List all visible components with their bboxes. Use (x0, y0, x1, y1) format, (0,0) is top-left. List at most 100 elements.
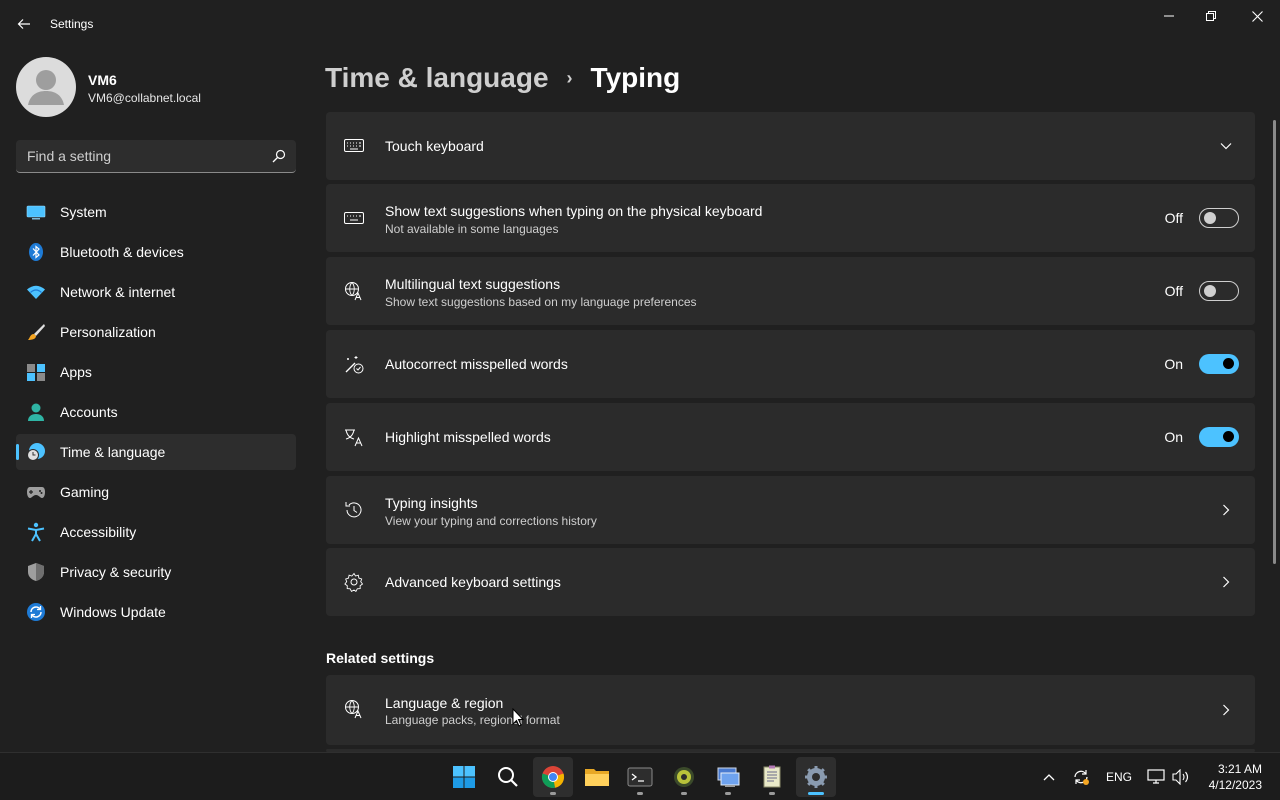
search-input[interactable] (16, 140, 261, 172)
sidebar-item-label: Network & internet (60, 284, 176, 300)
multilingual-toggle[interactable] (1199, 281, 1239, 301)
sidebar-item-label: Windows Update (60, 604, 166, 620)
toggle-state-label: Off (1164, 283, 1183, 299)
close-icon (1251, 10, 1263, 22)
user-name: VM6 (88, 72, 117, 88)
running-indicator (550, 792, 556, 795)
restore-button[interactable] (1188, 0, 1234, 32)
sidebar-item-accessibility[interactable]: Accessibility (16, 514, 296, 550)
close-button[interactable] (1234, 0, 1280, 32)
brush-icon (28, 324, 45, 340)
keyboard-icon (344, 212, 364, 224)
card-title: Highlight misspelled words (385, 429, 551, 445)
chevron-right-icon (1223, 504, 1230, 516)
language-region-card[interactable]: Language & region Language packs, region… (326, 675, 1255, 745)
sidebar-item-label: Bluetooth & devices (60, 244, 184, 260)
taskbar-remote-desktop[interactable] (708, 757, 748, 797)
scrollbar[interactable] (1273, 120, 1276, 564)
taskbar-clock[interactable]: 3:21 AM 4/12/2023 (1209, 761, 1262, 793)
toggle-knob (1204, 285, 1216, 297)
network-icon (27, 285, 45, 299)
chevron-right-icon (1223, 576, 1230, 588)
highlight-icon (345, 429, 363, 447)
related-settings-heading: Related settings (326, 650, 435, 666)
keyboard-icon (344, 139, 364, 152)
language-icon (345, 700, 362, 719)
remote-desktop-icon (717, 767, 740, 787)
sidebar-item-windows-update[interactable]: Windows Update (16, 594, 296, 630)
card-subtitle: Show text suggestions based on my langua… (385, 295, 697, 309)
sidebar-item-label: System (60, 204, 107, 220)
autocorrect-toggle[interactable] (1199, 354, 1239, 374)
back-arrow-icon (17, 19, 30, 29)
chevron-down-icon[interactable] (1219, 139, 1233, 153)
tray-volume-button[interactable] (1170, 753, 1192, 800)
minimize-button[interactable] (1146, 0, 1192, 32)
sidebar-item-label: Privacy & security (60, 564, 172, 580)
taskbar-search-button[interactable] (488, 757, 528, 797)
toggle-knob (1204, 212, 1216, 224)
taskbar-file-explorer[interactable] (577, 757, 617, 797)
sidebar-item-apps[interactable]: Apps (16, 354, 296, 390)
restore-icon (1206, 11, 1216, 21)
accounts-icon (28, 403, 44, 421)
running-indicator (769, 792, 775, 795)
sidebar-item-personalization[interactable]: Personalization (16, 314, 296, 350)
taskbar-app[interactable] (664, 757, 704, 797)
typing-insights-card[interactable]: Typing insights View your typing and cor… (326, 476, 1255, 544)
card-title: Multilingual text suggestions (385, 276, 561, 292)
avatar[interactable] (16, 57, 76, 117)
active-indicator (808, 792, 824, 795)
toggle-state-label: On (1164, 429, 1183, 445)
touch-keyboard-card[interactable]: Touch keyboard (326, 112, 1255, 180)
text-suggestions-toggle[interactable] (1199, 208, 1239, 228)
back-button[interactable] (10, 10, 38, 38)
toggle-state-label: On (1164, 356, 1183, 372)
settings-icon (805, 766, 827, 788)
tray-overflow-button[interactable] (1038, 753, 1060, 800)
search-box[interactable] (16, 140, 296, 173)
taskbar-terminal[interactable] (620, 757, 660, 797)
card-title: Advanced keyboard settings (385, 574, 561, 590)
card-title: Language & region (385, 695, 504, 711)
tray-network-button[interactable] (1144, 753, 1168, 800)
running-indicator (681, 792, 687, 795)
tray-language[interactable]: ENG (1102, 753, 1136, 800)
multilingual-card: Multilingual text suggestions Show text … (326, 257, 1255, 325)
toggle-knob (1223, 431, 1234, 442)
taskbar-chrome[interactable] (533, 757, 573, 797)
running-indicator (725, 792, 731, 795)
sidebar-item-label: Accessibility (60, 524, 137, 540)
chrome-icon (541, 766, 565, 788)
card-title: Autocorrect misspelled words (385, 356, 568, 372)
system-icon (26, 205, 46, 220)
clock-date: 4/12/2023 (1208, 778, 1262, 792)
tray-sync-button[interactable] (1068, 753, 1094, 800)
bluetooth-icon (29, 243, 43, 261)
advanced-keyboard-card[interactable]: Advanced keyboard settings (326, 548, 1255, 616)
breadcrumb-parent[interactable]: Time & language (325, 62, 549, 94)
sidebar-item-network[interactable]: Network & internet (16, 274, 296, 310)
card-title: Typing insights (385, 495, 478, 511)
search-icon[interactable] (272, 149, 286, 163)
sidebar-item-accounts[interactable]: Accounts (16, 394, 296, 430)
sidebar-item-privacy[interactable]: Privacy & security (16, 554, 296, 590)
start-button[interactable] (444, 757, 484, 797)
app-icon (674, 767, 694, 787)
sidebar-item-label: Accounts (60, 404, 118, 420)
search-icon (498, 767, 518, 787)
taskbar-notepad[interactable] (752, 757, 792, 797)
breadcrumb: Time & language › Typing (325, 58, 680, 98)
network-status-icon (1147, 769, 1165, 784)
sidebar-item-bluetooth[interactable]: Bluetooth & devices (16, 234, 296, 270)
taskbar-settings[interactable] (796, 757, 836, 797)
app-title: Settings (50, 17, 94, 31)
sidebar-item-gaming[interactable]: Gaming (16, 474, 296, 510)
sidebar-item-system[interactable]: System (16, 194, 296, 230)
start-icon (453, 766, 475, 788)
accessibility-icon (27, 522, 45, 542)
autocorrect-icon (345, 356, 364, 374)
highlight-toggle[interactable] (1199, 427, 1239, 447)
autocorrect-card: Autocorrect misspelled words On (326, 330, 1255, 398)
sidebar-item-time-language[interactable]: Time & language (16, 434, 296, 470)
